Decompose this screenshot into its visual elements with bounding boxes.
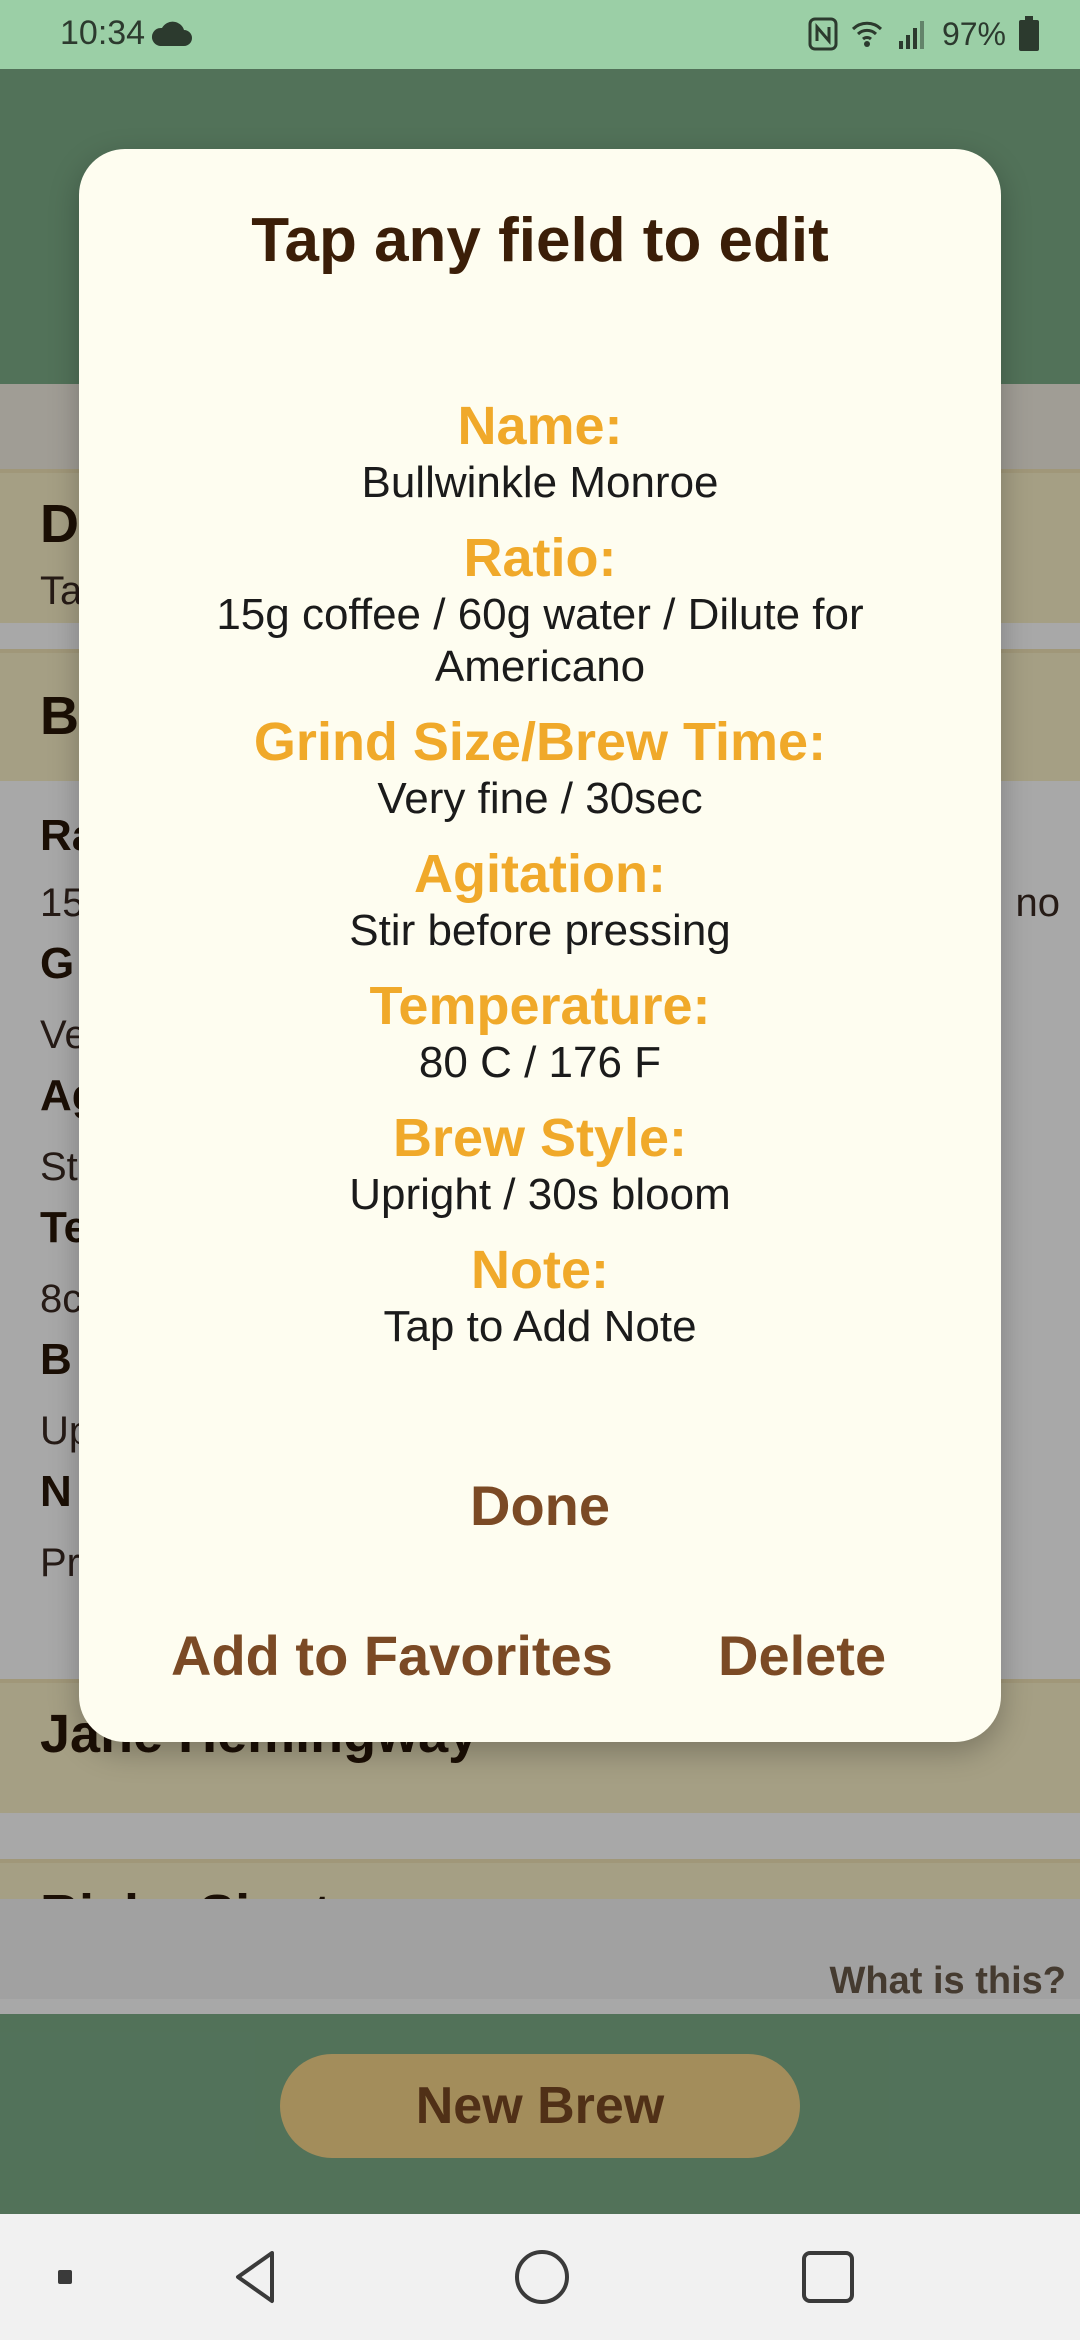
field-label: Agitation: — [414, 844, 666, 904]
field-value: Stir before pressing — [349, 906, 731, 955]
field-value: Bullwinkle Monroe — [361, 458, 719, 507]
wifi-icon — [851, 21, 883, 47]
status-time: 10:34 — [60, 14, 146, 52]
field-value: Very fine / 30sec — [377, 774, 703, 823]
field-label: Brew Style: — [392, 1108, 688, 1168]
grind-size-brew-time-field[interactable]: Grind Size/Brew Time: Very fine / 30sec — [79, 711, 1001, 825]
temperature-field[interactable]: Temperature: 80 C / 176 F — [79, 975, 1001, 1089]
status-bar: 10:34 97% — [0, 0, 1080, 69]
name-field[interactable]: Name: Bullwinkle Monroe — [79, 395, 1001, 509]
field-value: Tap to Add Note — [383, 1302, 697, 1351]
note-field[interactable]: Note: Tap to Add Note — [79, 1239, 1001, 1353]
field-label: Name: — [457, 396, 623, 456]
field-label: Temperature: — [369, 976, 711, 1036]
recent-dot-icon[interactable] — [56, 2268, 74, 2286]
battery-percent: 97% — [941, 15, 1006, 52]
ratio-field[interactable]: Ratio: 15g coffee / 60g water / Dilute f… — [79, 527, 1001, 693]
add-to-favorites-button[interactable]: Add to Favorites — [171, 1623, 613, 1688]
signal-icon — [898, 21, 924, 49]
brew-style-field[interactable]: Brew Style: Upright / 30s bloom — [79, 1107, 1001, 1221]
system-nav-bar — [0, 2214, 1080, 2340]
dialog-title: Tap any field to edit — [251, 206, 829, 275]
done-button[interactable]: Done — [79, 1473, 1001, 1538]
delete-button[interactable]: Delete — [718, 1623, 886, 1688]
home-icon[interactable] — [512, 2247, 572, 2307]
field-value: 80 C / 176 F — [418, 1038, 662, 1087]
agitation-field[interactable]: Agitation: Stir before pressing — [79, 843, 1001, 957]
field-label: Ratio: — [463, 528, 617, 588]
recents-icon[interactable] — [798, 2247, 858, 2307]
cloud-icon — [151, 21, 192, 46]
edit-brew-dialog: Tap any field to edit Name: Bullwinkle M… — [79, 149, 1001, 1742]
back-icon[interactable] — [226, 2247, 286, 2307]
field-label: Grind Size/Brew Time: — [253, 712, 827, 772]
nfc-icon — [808, 17, 838, 51]
field-label: Note: — [471, 1240, 609, 1300]
field-value: Upright / 30s bloom — [349, 1170, 731, 1219]
status-icons: 97% — [808, 12, 1040, 56]
field-value: 15g coffee / 60g water / Dilute for Amer… — [216, 590, 864, 691]
battery-icon — [1019, 16, 1039, 51]
